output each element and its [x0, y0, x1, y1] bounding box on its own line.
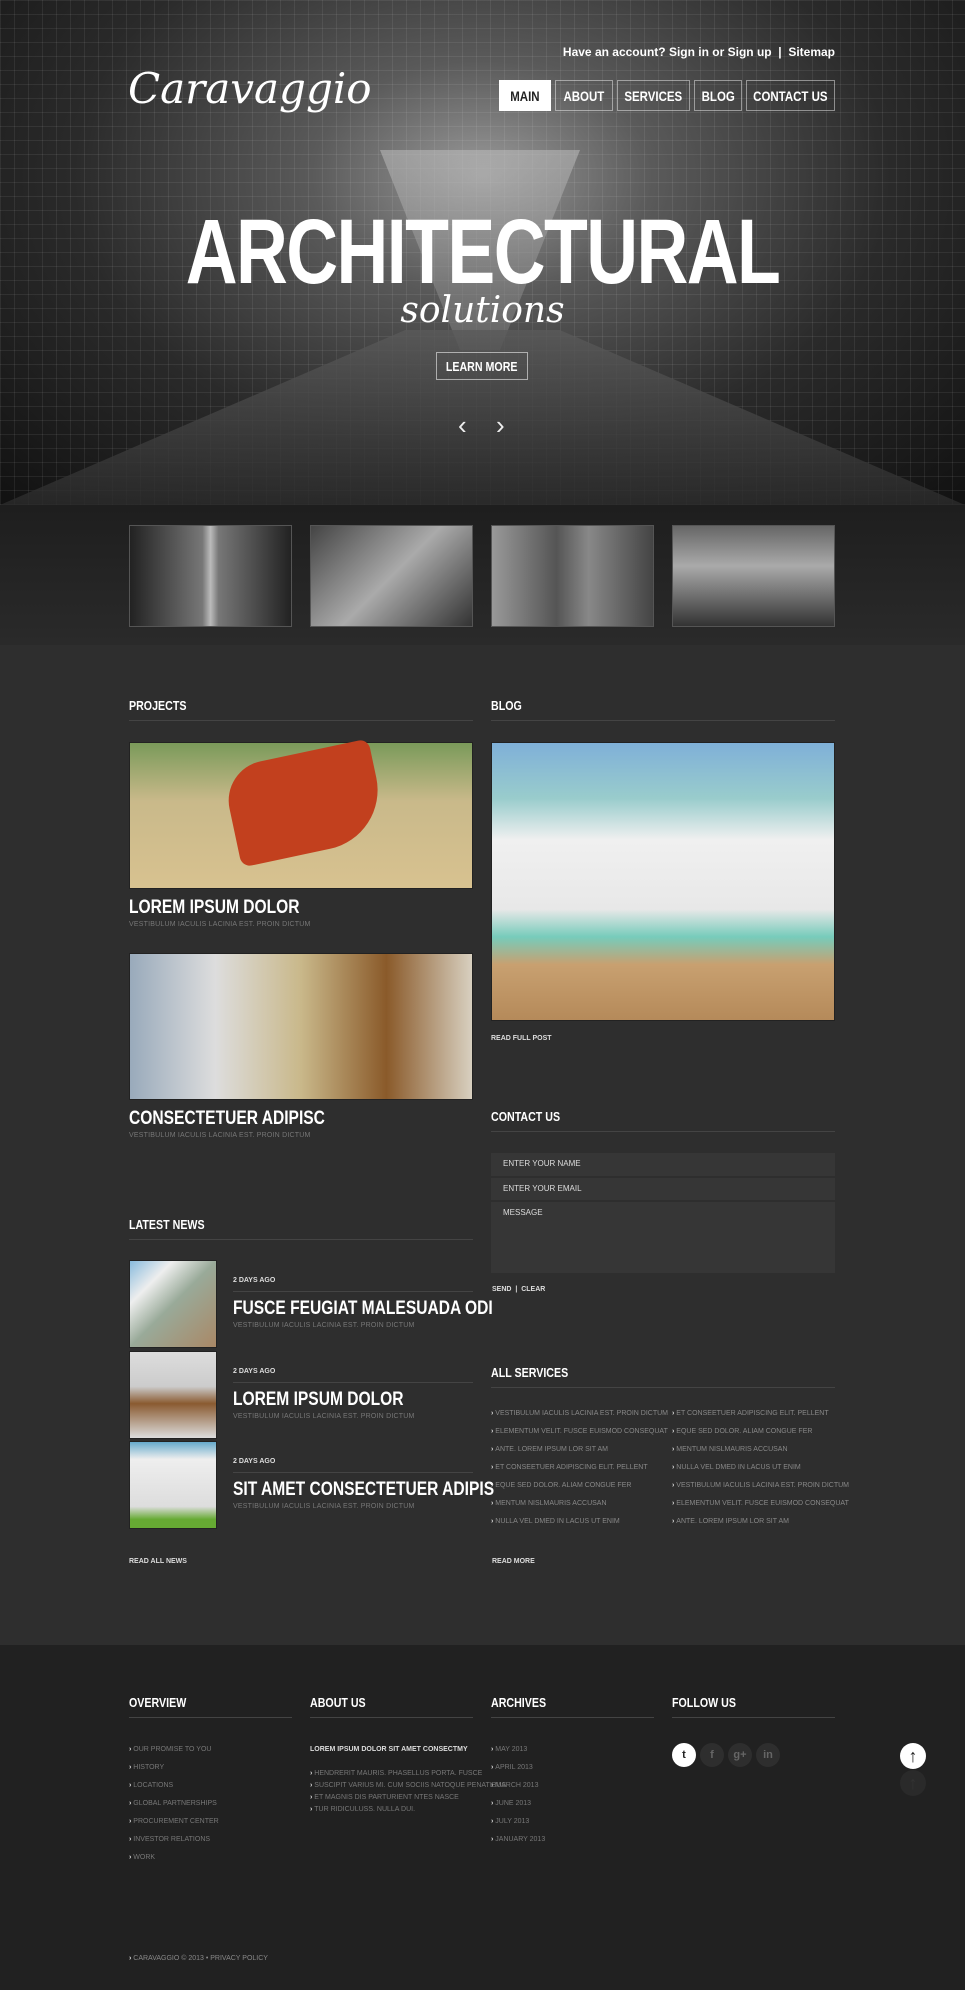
news-title[interactable]: LOREM IPSUM DOLOR: [233, 1389, 441, 1411]
news-date: 2 DAYS AGO: [233, 1368, 276, 1375]
project-title[interactable]: CONSECTETUER ADIPISC: [129, 1108, 368, 1130]
news-date: 2 DAYS AGO: [233, 1458, 276, 1465]
blog-heading: BLOG: [491, 698, 835, 721]
project-subtitle: VESTIBULUM IACULIS LACINIA EST. PROIN DI…: [129, 921, 311, 928]
service-item[interactable]: EQUE SED DOLOR. ALIAM CONGUE FER: [491, 1482, 631, 1489]
nav-main[interactable]: MAIN: [499, 80, 551, 111]
overview-link[interactable]: LOCATIONS: [129, 1782, 173, 1789]
service-item[interactable]: VESTIBULUM IACULIS LACINIA EST. PROIN DI…: [672, 1482, 849, 1489]
send-button[interactable]: SEND: [492, 1286, 511, 1293]
divider: [233, 1291, 473, 1292]
all-services-heading: ALL SERVICES: [491, 1365, 835, 1388]
copyright[interactable]: CARAVAGGIO © 2013 • PRIVACY POLICY: [129, 1955, 268, 1962]
service-item[interactable]: ET CONSEETUER ADIPISCING ELIT. PELLENT: [672, 1410, 828, 1417]
clear-button[interactable]: CLEAR: [521, 1286, 545, 1293]
nav-contact[interactable]: CONTACT US: [746, 80, 835, 111]
nav-services[interactable]: SERVICES: [617, 80, 690, 111]
separator: |: [515, 1286, 518, 1293]
news-image[interactable]: [129, 1441, 217, 1529]
overview-link[interactable]: WORK: [129, 1854, 155, 1861]
latest-news-heading: LATEST NEWS: [129, 1217, 473, 1240]
divider: [233, 1472, 473, 1473]
sitemap-link[interactable]: Sitemap: [788, 45, 835, 59]
about-heading: ABOUT US: [310, 1695, 473, 1718]
overview-link[interactable]: HISTORY: [129, 1764, 164, 1771]
news-title[interactable]: FUSCE FEUGIAT MALESUADA ODI: [233, 1298, 550, 1320]
message-textarea[interactable]: MESSAGE: [491, 1202, 835, 1273]
nav-about[interactable]: ABOUT: [555, 80, 613, 111]
archive-link[interactable]: JUNE 2013: [491, 1800, 531, 1807]
overview-link[interactable]: PROCUREMENT CENTER: [129, 1818, 218, 1825]
email-input[interactable]: ENTER YOUR EMAIL: [491, 1178, 835, 1200]
service-item[interactable]: ANTE. LOREM IPSUM LOR SIT AM: [491, 1446, 608, 1453]
news-subtitle: VESTIBULUM IACULIS LACINIA EST. PROIN DI…: [233, 1322, 415, 1329]
read-full-post-link[interactable]: READ FULL POST: [491, 1035, 552, 1042]
news-image[interactable]: [129, 1260, 217, 1348]
service-item[interactable]: EQUE SED DOLOR. ALIAM CONGUE FER: [672, 1428, 812, 1435]
archive-link[interactable]: JULY 2013: [491, 1818, 529, 1825]
service-item[interactable]: ELEMENTUM VELIT. FUSCE EUISMOD CONSEQUAT: [672, 1500, 849, 1507]
overview-link[interactable]: INVESTOR RELATIONS: [129, 1836, 210, 1843]
service-item[interactable]: MENTUM NISLMAURIS ACCUSAN: [672, 1446, 787, 1453]
learn-more-button[interactable]: LEARN MORE: [436, 352, 528, 380]
overview-link[interactable]: GLOBAL PARTNERSHIPS: [129, 1800, 217, 1807]
about-text-line: SUSCIPIT VARIUS MI. CUM SOCIIS NATOQUE P…: [310, 1782, 506, 1789]
back-to-top-shadow-icon: ↑: [900, 1770, 926, 1796]
about-text-line: HENDRERIT MAURIS. PHASELLUS PORTA. FUSCE: [310, 1770, 482, 1777]
service-item[interactable]: ELEMENTUM VELIT. FUSCE EUISMOD CONSEQUAT: [491, 1428, 668, 1435]
divider: [233, 1382, 473, 1383]
thumbnail[interactable]: [310, 525, 473, 627]
form-actions: SEND | CLEAR: [492, 1286, 545, 1293]
follow-heading: FOLLOW US: [672, 1695, 835, 1718]
archive-link[interactable]: APRIL 2013: [491, 1764, 533, 1771]
news-subtitle: VESTIBULUM IACULIS LACINIA EST. PROIN DI…: [233, 1503, 415, 1510]
project-image[interactable]: [129, 953, 473, 1100]
news-image[interactable]: [129, 1351, 217, 1439]
archives-heading: ARCHIVES: [491, 1695, 654, 1718]
prev-arrow-icon[interactable]: ‹: [458, 410, 467, 441]
google-plus-icon[interactable]: g+: [728, 1743, 752, 1767]
contact-heading: CONTACT US: [491, 1109, 835, 1132]
logo[interactable]: Caravaggio: [128, 64, 372, 113]
news-date: 2 DAYS AGO: [233, 1277, 276, 1284]
service-item[interactable]: NULLA VEL DMED IN LACUS UT ENIM: [672, 1464, 800, 1471]
service-item[interactable]: MENTUM NISLMAURIS ACCUSAN: [491, 1500, 606, 1507]
twitter-icon[interactable]: t: [672, 1743, 696, 1767]
linkedin-icon[interactable]: in: [756, 1743, 780, 1767]
thumbnail[interactable]: [491, 525, 654, 627]
service-item[interactable]: ET CONSEETUER ADIPISCING ELIT. PELLENT: [491, 1464, 647, 1471]
account-links[interactable]: Have an account? Sign in or Sign up | Si…: [563, 45, 835, 59]
thumbnail[interactable]: [129, 525, 292, 627]
thumbnail[interactable]: [672, 525, 835, 627]
about-text-line: TUR RIDICULUSS. NULLA DUI.: [310, 1806, 415, 1813]
project-title[interactable]: LOREM IPSUM DOLOR: [129, 897, 337, 919]
next-arrow-icon[interactable]: ›: [496, 410, 505, 441]
overview-link[interactable]: OUR PROMISE TO YOU: [129, 1746, 211, 1753]
services-read-more-link[interactable]: READ MORE: [492, 1558, 535, 1565]
back-to-top-icon[interactable]: ↑: [900, 1743, 926, 1769]
overview-heading: OVERVIEW: [129, 1695, 292, 1718]
about-lead: LOREM IPSUM DOLOR SIT AMET CONSECTMY: [310, 1746, 468, 1753]
project-image[interactable]: [129, 738, 473, 889]
about-text-line: ET MAGNIS DIS PARTURIENT NTES NASCE: [310, 1794, 459, 1801]
news-subtitle: VESTIBULUM IACULIS LACINIA EST. PROIN DI…: [233, 1413, 415, 1420]
blog-image[interactable]: [491, 742, 835, 1021]
service-item[interactable]: VESTIBULUM IACULIS LACINIA EST. PROIN DI…: [491, 1410, 668, 1417]
projects-heading: PROJECTS: [129, 698, 473, 721]
service-item[interactable]: NULLA VEL DMED IN LACUS UT ENIM: [491, 1518, 619, 1525]
service-item[interactable]: ANTE. LOREM IPSUM LOR SIT AM: [672, 1518, 789, 1525]
facebook-icon[interactable]: f: [700, 1743, 724, 1767]
read-all-news-link[interactable]: READ ALL NEWS: [129, 1558, 187, 1565]
archive-link[interactable]: MAY 2013: [491, 1746, 527, 1753]
thumbnail-strip: [0, 505, 965, 645]
archive-link[interactable]: JANUARY 2013: [491, 1836, 545, 1843]
hero-subtitle: solutions: [400, 290, 565, 331]
project-subtitle: VESTIBULUM IACULIS LACINIA EST. PROIN DI…: [129, 1132, 311, 1139]
sign-in-link[interactable]: Have an account? Sign in or Sign up: [563, 45, 772, 59]
nav-blog[interactable]: BLOG: [694, 80, 742, 111]
name-input[interactable]: ENTER YOUR NAME: [491, 1153, 835, 1176]
